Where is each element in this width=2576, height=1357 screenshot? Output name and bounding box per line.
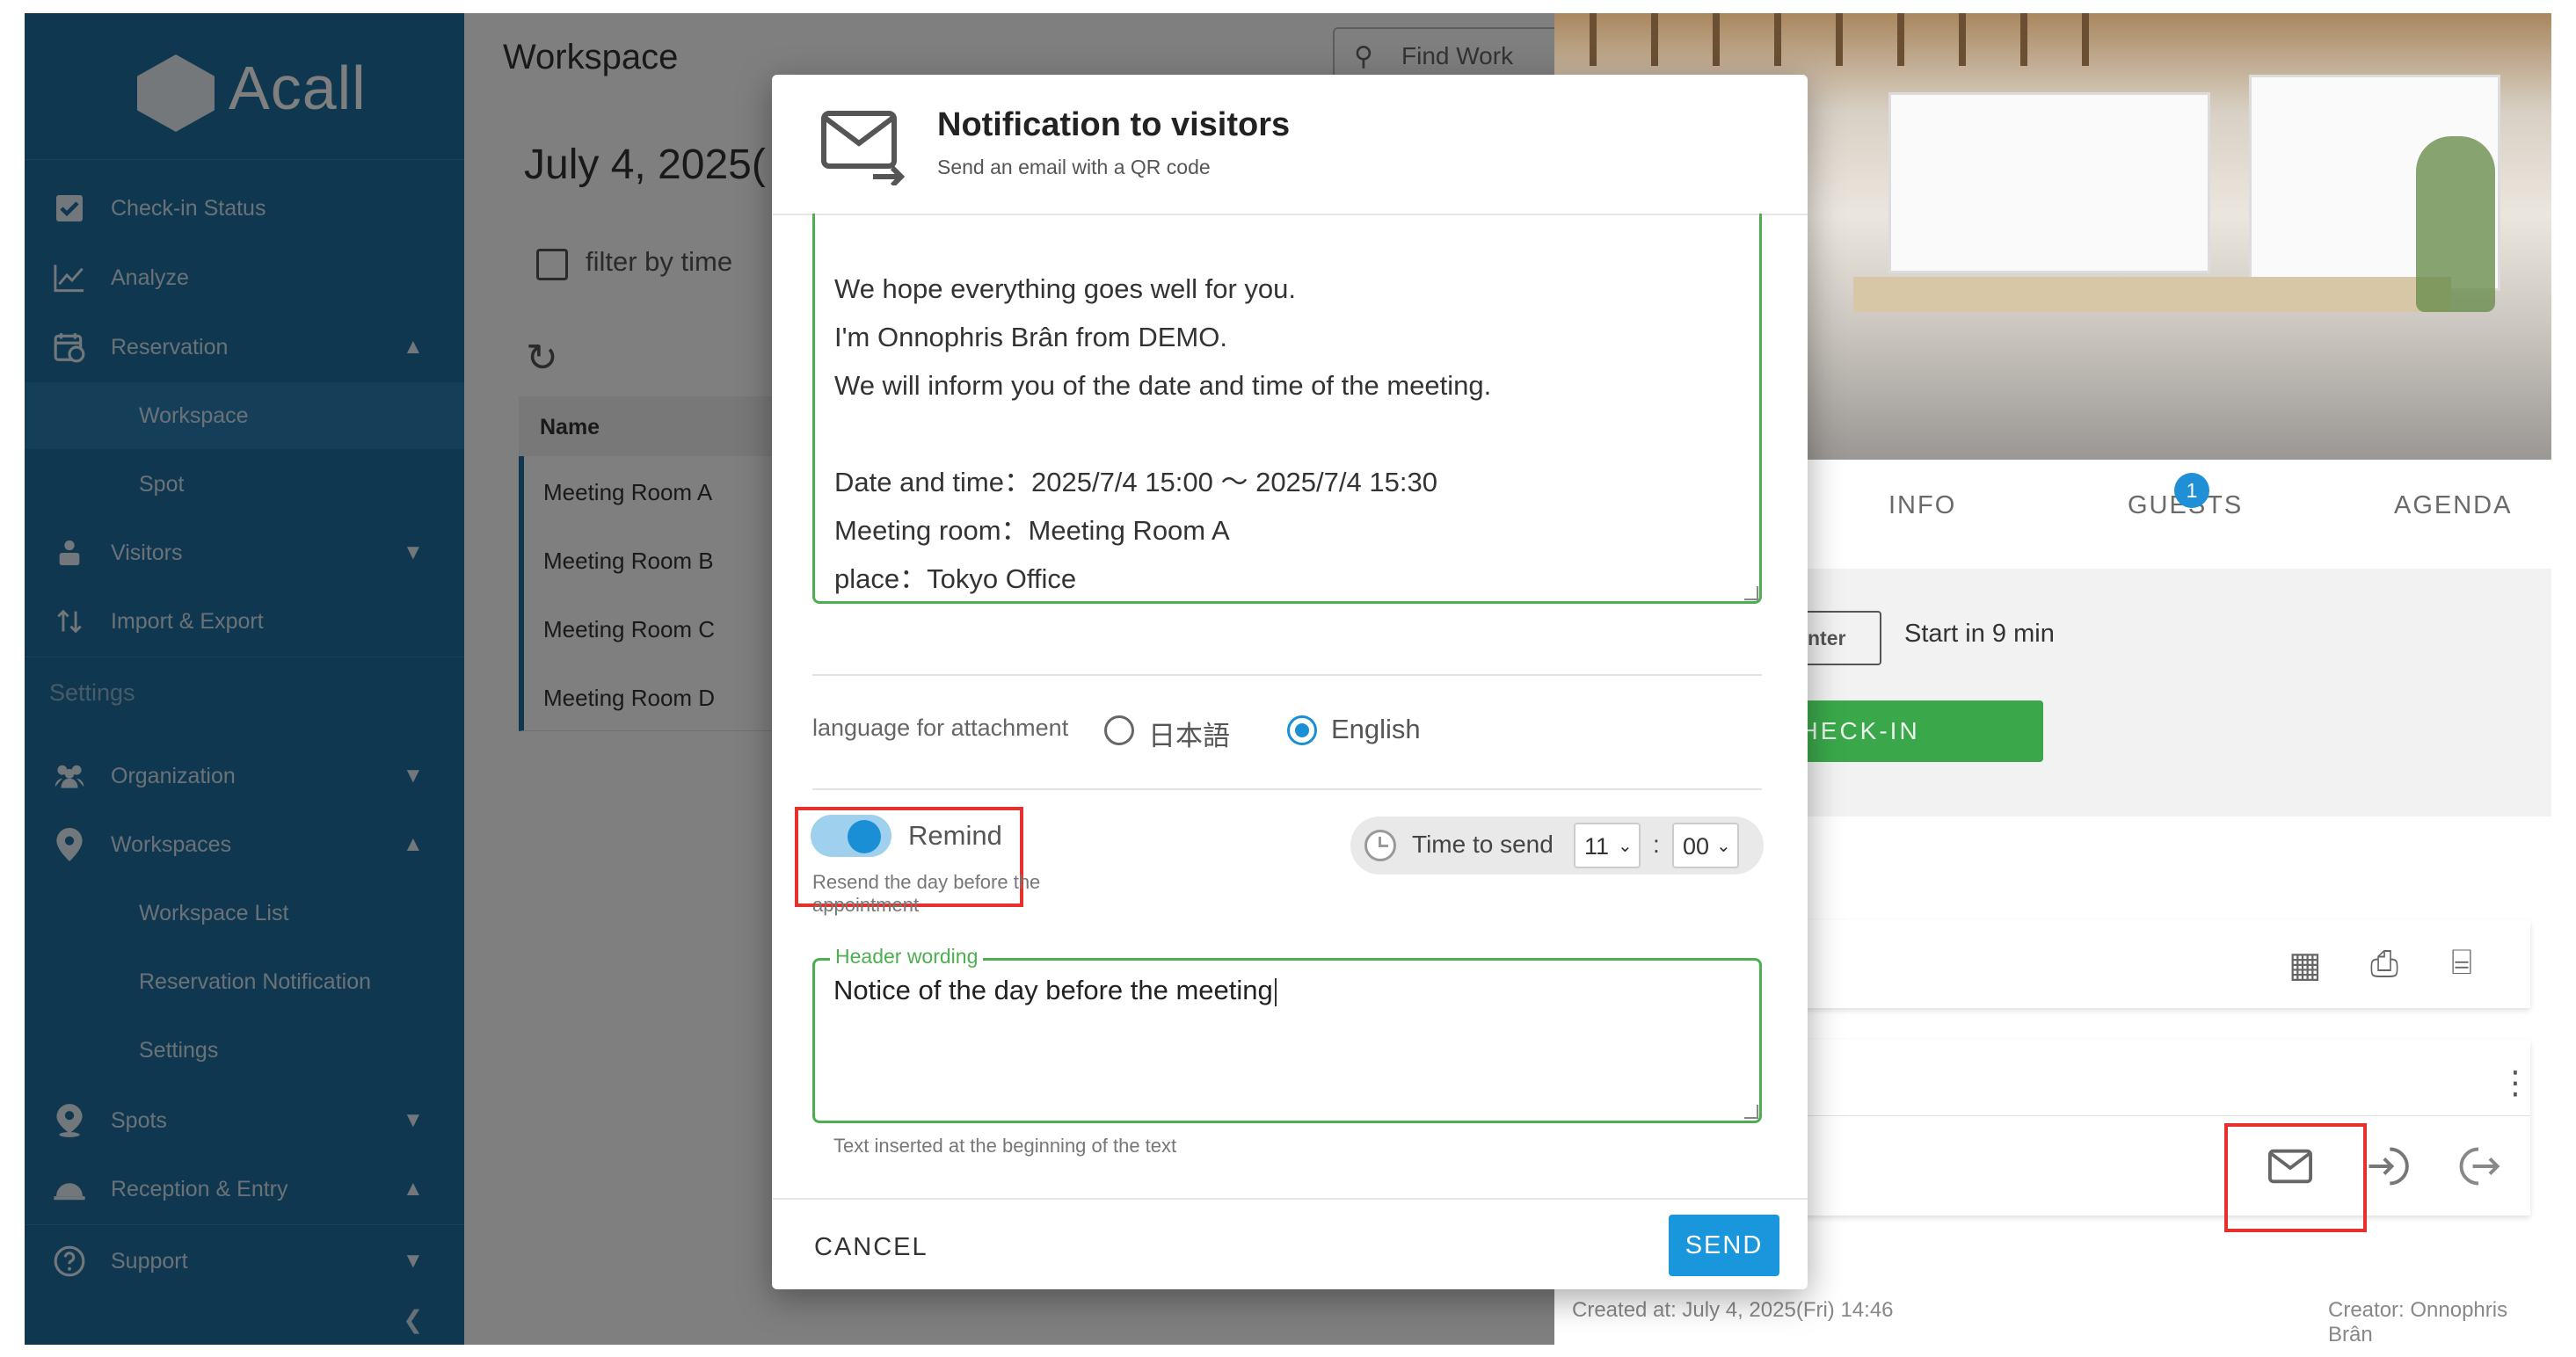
printer-icon[interactable]: ⎙ — [2370, 945, 2398, 984]
tab-info[interactable]: INFO — [1888, 491, 1956, 520]
header-wording-label: Header wording — [830, 945, 984, 969]
email-body-textarea[interactable]: We hope everything goes well for you. I'… — [812, 214, 1762, 604]
more-vert-icon[interactable]: ⋮ — [2500, 1064, 2531, 1101]
resize-handle-icon[interactable] — [1744, 1105, 1758, 1119]
chevron-down-icon: ⌄ — [1716, 837, 1731, 856]
enter-icon[interactable] — [2363, 1143, 2409, 1194]
mail-icon[interactable] — [2268, 1149, 2312, 1188]
language-label: language for attachment — [812, 715, 1069, 741]
mail-send-icon — [820, 110, 908, 190]
time-to-send-label: Time to send — [1412, 831, 1554, 858]
radio-english-label: English — [1331, 714, 1421, 744]
remind-help-text: Resend the day before the appointment — [812, 871, 1041, 916]
creator: Creator: Onnophris Brân — [2328, 1298, 2508, 1345]
resize-handle-icon[interactable] — [1744, 586, 1758, 600]
exit-icon[interactable] — [2456, 1143, 2501, 1194]
remind-label: Remind — [908, 820, 1002, 851]
text-cursor — [1274, 977, 1277, 1006]
chevron-down-icon: ⌄ — [1618, 837, 1633, 856]
radio-japanese-label: 日本語 — [1148, 721, 1230, 751]
minute-select[interactable]: 00 ⌄ — [1672, 823, 1739, 868]
modal-title: Notification to visitors — [937, 106, 1291, 143]
send-button[interactable]: SEND — [1669, 1215, 1779, 1276]
remind-toggle-knob[interactable] — [848, 820, 881, 853]
header-wording-value: Notice of the day before the meeting — [833, 975, 1277, 1006]
start-time-text: Start in 9 min — [1904, 620, 2055, 648]
clock-icon — [1364, 830, 1396, 861]
modal-header: Notification to visitors Send an email w… — [772, 75, 1808, 215]
created-at: Created at: July 4, 2025(Fri) 14:46 — [1572, 1298, 1894, 1322]
hour-select[interactable]: 11 ⌄ — [1574, 823, 1641, 868]
qr-code-icon[interactable]: ▦ — [2289, 945, 2322, 985]
radio-japanese[interactable] — [1104, 715, 1134, 745]
notification-modal: Notification to visitors Send an email w… — [772, 75, 1808, 1289]
cancel-button[interactable]: CANCEL — [814, 1233, 928, 1262]
tab-agenda[interactable]: AGENDA — [2394, 491, 2512, 520]
scan-icon[interactable]: ⌸ — [2451, 943, 2472, 983]
header-wording-help: Text inserted at the beginning of the te… — [833, 1135, 1177, 1157]
radio-english[interactable] — [1287, 715, 1317, 745]
modal-subtitle: Send an email with a QR code — [937, 156, 1211, 178]
guests-count-badge: 1 — [2174, 473, 2209, 508]
